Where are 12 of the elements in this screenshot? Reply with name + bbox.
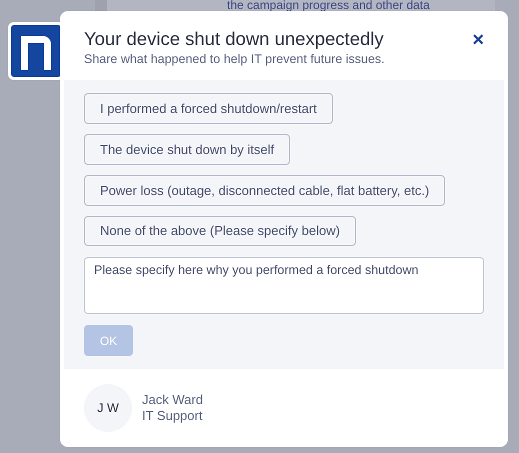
avatar: J W [84,384,132,432]
option-button[interactable]: I performed a forced shutdown/restart [84,93,333,124]
sender-role: IT Support [142,408,203,424]
comment-field[interactable]: Please specify here why you performed a forced shutdown [84,257,484,314]
option-button[interactable]: None of the above (Please specify below) [84,216,356,246]
dialog-title: Your device shut down unexpectedly [84,28,385,50]
option-button[interactable]: The device shut down by itself [84,134,290,165]
sender-name: Jack Ward [142,392,203,408]
dialog-subtitle: Share what happened to help IT prevent future issues. [84,52,385,66]
close-button[interactable]: × [472,30,484,50]
option-button[interactable]: Power loss (outage, disconnected cable, flat battery, etc.) [84,174,446,206]
background-text: the campaign progress and other data [227,0,431,11]
